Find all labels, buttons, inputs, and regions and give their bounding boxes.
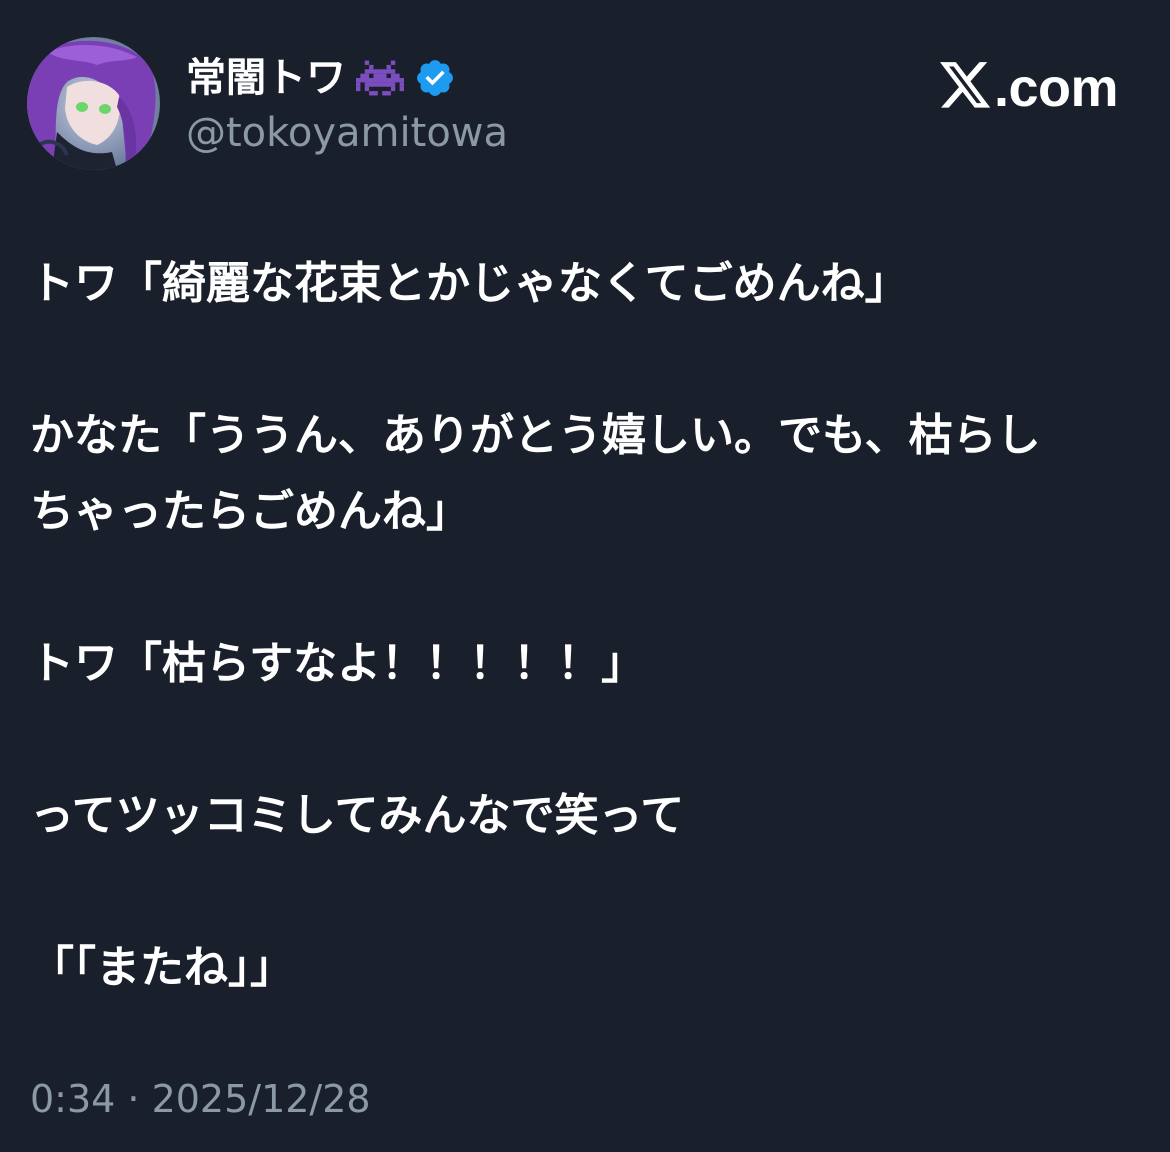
author-display-name[interactable]: 常闇トワ — [186, 52, 346, 104]
x-logo-icon — [939, 62, 992, 114]
tweet-line: トワ「綺麗な花束とかじゃなくてごめんね」 — [30, 258, 909, 309]
tweet-timestamp[interactable]: 0:34 · 2025/12/28 — [30, 1074, 371, 1124]
brand-domain-text: .com — [993, 58, 1119, 118]
tweet-line: ちゃったらごめんね」 — [30, 486, 470, 537]
tweet-line: トワ「枯らすなよ！！！！！」 — [30, 638, 646, 689]
tweet-line: かなた「ううん、ありがとう嬉しい。でも、枯らし — [30, 410, 1041, 461]
verified-badge-icon[interactable] — [414, 57, 456, 99]
author-handle[interactable]: @tokoyamitowa — [186, 108, 508, 158]
space-invader-icon — [356, 60, 404, 96]
author-name-row: 常闇トワ — [186, 52, 456, 104]
tweet-text: トワ「綺麗な花束とかじゃなくてごめんね」 かなた「ううん、ありがとう嬉しい。でも… — [30, 246, 1140, 1006]
brand-watermark: .com — [939, 58, 1119, 118]
avatar[interactable] — [27, 37, 160, 170]
tweet-line: ってツッコミしてみんなで笑って — [30, 790, 685, 841]
avatar-illustration — [27, 37, 160, 170]
tweet-line: 「「またね」」 — [30, 942, 294, 993]
